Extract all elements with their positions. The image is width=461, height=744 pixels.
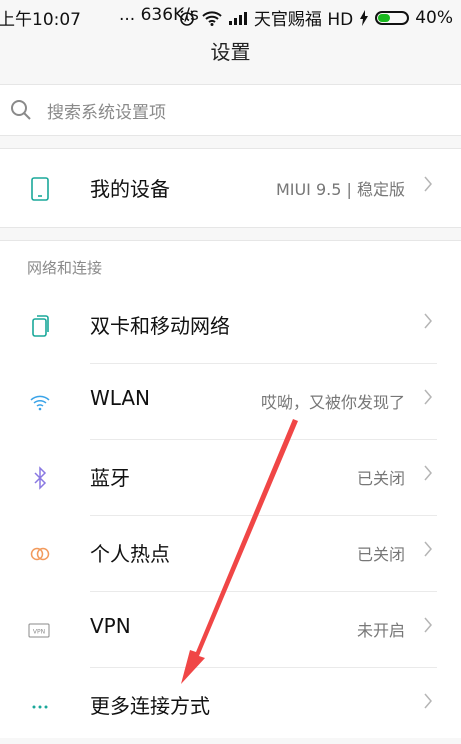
chevron-right-icon (424, 693, 432, 709)
battery-percent: 40% (415, 7, 453, 28)
search-input[interactable]: 搜索系统设置项 (0, 84, 461, 136)
chevron-right-icon (424, 389, 432, 405)
dual-sim-item[interactable]: 双卡和移动网络 (0, 288, 461, 364)
more-dots-icon (32, 705, 48, 709)
item-label: 更多连接方式 (90, 694, 210, 718)
page-title: 设置 (210, 40, 251, 64)
vpn-item[interactable]: VPN VPN 未开启 (0, 592, 461, 668)
item-value: 已关闭 (356, 469, 405, 488)
bluetooth-icon (34, 466, 47, 490)
alarm-icon (180, 9, 194, 26)
search-icon (11, 100, 31, 120)
item-value: 哎呦，又被你发现了 (260, 393, 405, 412)
search-placeholder: 搜索系统设置项 (47, 103, 166, 123)
battery-fill (378, 13, 391, 22)
wifi-icon (30, 395, 50, 411)
item-label: WLAN (90, 386, 151, 410)
signal-icon (228, 11, 247, 25)
phone-outline-icon (31, 177, 49, 201)
chevron-right-icon (424, 465, 432, 481)
more-connections-item[interactable]: 更多连接方式 (0, 668, 461, 744)
section-title-network: 网络和连接 (27, 259, 103, 277)
item-value: 已关闭 (356, 545, 405, 564)
item-label: VPN (90, 614, 131, 638)
wifi-status-icon (202, 10, 222, 26)
battery-icon (375, 10, 410, 25)
wlan-item[interactable]: WLAN 哎呦，又被你发现了 (0, 364, 461, 440)
my-device-label: 我的设备 (90, 177, 170, 201)
charging-icon (360, 9, 369, 26)
hotspot-icon (30, 547, 50, 561)
dual-sim-icon (32, 315, 49, 337)
svg-text:VPN: VPN (33, 629, 45, 636)
status-right: 天官赐福 HD 40% (178, 5, 453, 30)
item-label: 个人热点 (90, 542, 170, 566)
chevron-right-icon (424, 541, 432, 557)
my-device-value: MIUI 9.5 | 稳定版 (275, 180, 405, 199)
my-device-item[interactable]: 我的设备 MIUI 9.5 | 稳定版 (0, 151, 461, 227)
status-bar: 上午10:07 ... 636K/s 天官赐福 HD 40% (0, 0, 461, 30)
vpn-icon: VPN (28, 623, 50, 638)
status-time: 上午10:07 (0, 10, 81, 30)
chevron-right-icon (424, 313, 432, 329)
hotspot-item[interactable]: 个人热点 已关闭 (0, 516, 461, 592)
item-value: 未开启 (356, 621, 405, 640)
item-label: 双卡和移动网络 (90, 314, 230, 338)
item-label: 蓝牙 (90, 466, 130, 490)
chevron-right-icon (424, 617, 432, 633)
device-card: 我的设备 MIUI 9.5 | 稳定版 (0, 148, 461, 228)
chevron-right-icon (424, 176, 432, 192)
carrier-name: 天官赐福 HD (253, 10, 354, 30)
bluetooth-item[interactable]: 蓝牙 已关闭 (0, 440, 461, 516)
